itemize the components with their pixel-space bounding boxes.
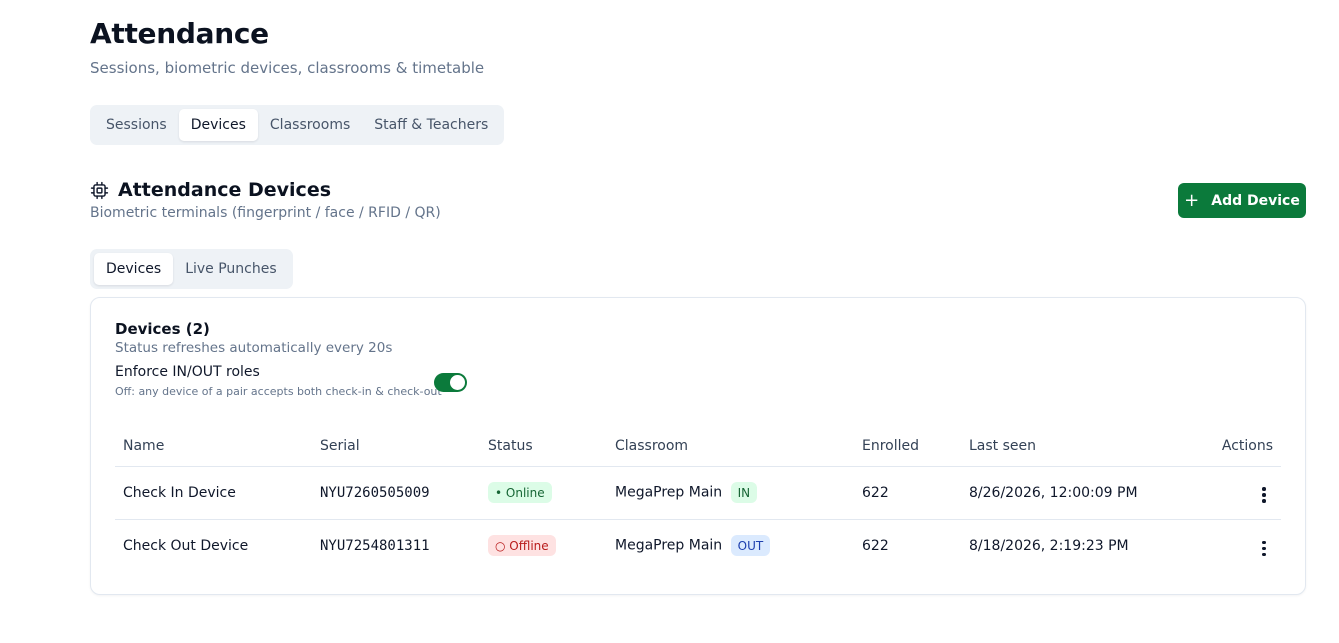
chip-icon <box>90 181 109 199</box>
table-row: Check Out Device NYU7254801311 ○ Offline… <box>115 519 1281 572</box>
col-header-last-seen: Last seen <box>961 426 1181 467</box>
card-title: Devices (2) <box>115 320 210 338</box>
plus-icon: + <box>1184 189 1200 211</box>
device-last-seen: 8/18/2026, 2:19:23 PM <box>969 537 1129 554</box>
device-classroom: MegaPrep Main <box>615 484 723 501</box>
devices-table: Name Serial Status Classroom Enrolled La… <box>115 426 1281 572</box>
device-status-cell: • Online <box>480 466 607 520</box>
section-description: Biometric terminals (fingerprint / face … <box>90 205 441 221</box>
status-badge: ○ Offline <box>488 535 556 557</box>
enforce-roles-help: Off: any device of a pair accepts both c… <box>115 385 442 398</box>
device-classroom-cell: MegaPrep Main IN <box>607 466 854 520</box>
device-enrolled: 622 <box>854 466 961 520</box>
device-last-seen: 8/26/2026, 12:00:09 PM <box>961 466 1181 520</box>
tab-staff-teachers[interactable]: Staff & Teachers <box>362 109 500 141</box>
table-header-row: Name Serial Status Classroom Enrolled La… <box>115 426 1281 467</box>
toggle-knob <box>450 375 465 390</box>
subtab-devices[interactable]: Devices <box>94 253 174 285</box>
col-header-serial: Serial <box>312 426 480 467</box>
col-header-enrolled: Enrolled <box>854 426 961 467</box>
sub-tabs: Devices Live Punches <box>90 249 293 289</box>
device-actions-cell <box>1181 466 1281 520</box>
device-serial: NYU7260505009 <box>312 466 480 520</box>
devices-card: Devices (2) Status refreshes automatical… <box>90 297 1306 595</box>
more-vertical-icon[interactable] <box>1255 537 1273 559</box>
subtab-live-punches[interactable]: Live Punches <box>173 253 288 285</box>
table-row: Check In Device NYU7260505009 • Online M… <box>115 466 1281 520</box>
enforce-roles-label: Enforce IN/OUT roles <box>115 364 260 380</box>
tab-sessions[interactable]: Sessions <box>94 109 179 141</box>
tab-devices[interactable]: Devices <box>178 109 258 141</box>
section-title: Attendance Devices <box>118 179 332 201</box>
device-name: Check Out Device <box>123 537 249 554</box>
tab-classrooms[interactable]: Classrooms <box>258 109 362 141</box>
card-description: Status refreshes automatically every 20s <box>115 340 393 356</box>
role-badge: IN <box>730 482 758 503</box>
device-actions-cell <box>1181 519 1281 572</box>
page-title: Attendance <box>90 17 269 50</box>
device-name: Check In Device <box>115 466 312 520</box>
page-subtitle: Sessions, biometric devices, classrooms … <box>90 59 485 77</box>
more-vertical-icon[interactable] <box>1255 484 1273 506</box>
device-status-cell: ○ Offline <box>480 519 607 572</box>
add-device-button[interactable]: + Add Device <box>1178 183 1306 218</box>
device-enrolled: 622 <box>862 537 889 554</box>
main-tabs: Sessions Devices Classrooms Staff & Teac… <box>90 105 505 145</box>
section-header: Attendance Devices <box>90 179 331 201</box>
col-header-classroom: Classroom <box>607 426 854 467</box>
enforce-roles-toggle[interactable] <box>434 373 467 392</box>
device-classroom: MegaPrep Main <box>615 537 723 554</box>
device-serial: NYU7254801311 <box>320 537 430 554</box>
col-header-actions: Actions <box>1181 426 1281 467</box>
col-header-status: Status <box>480 426 607 467</box>
col-header-name: Name <box>115 426 312 467</box>
device-classroom-cell: MegaPrep Main OUT <box>607 519 854 572</box>
role-badge: OUT <box>730 535 771 557</box>
add-device-label: Add Device <box>1211 192 1300 209</box>
status-badge: • Online <box>488 482 552 503</box>
